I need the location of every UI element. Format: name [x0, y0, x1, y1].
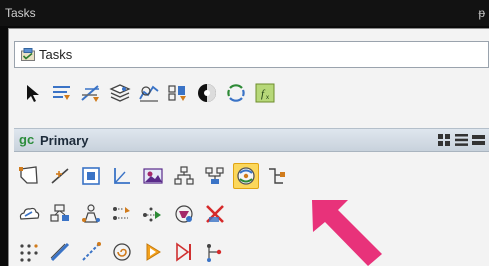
models-icon[interactable] [167, 82, 189, 104]
diagonal-line-icon[interactable] [47, 239, 73, 265]
square-icon[interactable] [78, 163, 104, 189]
render-icon[interactable] [196, 82, 218, 104]
delete-icon[interactable] [202, 201, 228, 227]
highlighted-tool-icon[interactable] [233, 163, 259, 189]
list-view-icon[interactable] [455, 134, 468, 146]
element-selection-icon[interactable] [22, 82, 44, 104]
svg-text:x: x [266, 95, 269, 101]
step-end-icon[interactable] [171, 239, 197, 265]
dashed-line-icon[interactable] [78, 239, 104, 265]
levels-icon[interactable] [109, 82, 131, 104]
task-selector-dropdown[interactable]: Tasks [14, 41, 489, 68]
primary-section-header[interactable]: gc Primary [14, 128, 489, 152]
task-selector-value: Tasks [39, 47, 73, 62]
pin-icon[interactable]: ᵽ [478, 0, 485, 26]
play-icon[interactable] [140, 239, 166, 265]
image-icon[interactable] [140, 163, 166, 189]
attributes-icon[interactable] [51, 82, 73, 104]
trace-icon[interactable] [202, 239, 228, 265]
window-title: Tasks [5, 6, 36, 20]
people-icon[interactable] [78, 201, 104, 227]
general-toolbar: fx [22, 80, 276, 106]
gc-logo: gc [19, 132, 35, 147]
layers-icon[interactable] [171, 201, 197, 227]
tasks-panel: Tasks ᵽ Tasks f x gc Primary [0, 0, 489, 266]
tasks-folder-icon [21, 48, 35, 61]
polygon-icon[interactable] [16, 163, 42, 189]
angle-icon[interactable] [109, 163, 135, 189]
refresh-icon[interactable] [225, 82, 247, 104]
function-icon[interactable]: fx [254, 82, 276, 104]
group-icon[interactable] [47, 201, 73, 227]
grid-view-icon[interactable] [438, 134, 451, 146]
transform-icon[interactable] [109, 201, 135, 227]
primary-tools-row-2 [16, 199, 228, 229]
spiral-icon[interactable] [109, 239, 135, 265]
hierarchy-icon[interactable] [171, 163, 197, 189]
measure-icon[interactable] [80, 82, 102, 104]
primary-tools-row-3 [16, 237, 228, 266]
move-points-icon[interactable] [140, 201, 166, 227]
view-mode-switcher [438, 134, 485, 146]
primary-tools-row-1 [16, 161, 290, 191]
annotation-arrow-icon [312, 200, 382, 266]
cloud-edit-icon[interactable] [16, 201, 42, 227]
branch-icon[interactable] [264, 163, 290, 189]
analyze-icon[interactable] [138, 82, 160, 104]
primary-section-title: Primary [40, 133, 89, 148]
window-titlebar: Tasks ᵽ [0, 0, 489, 26]
dots-grid-icon[interactable] [16, 239, 42, 265]
network-icon[interactable] [202, 163, 228, 189]
line-icon[interactable] [47, 163, 73, 189]
detail-view-icon[interactable] [472, 134, 485, 146]
